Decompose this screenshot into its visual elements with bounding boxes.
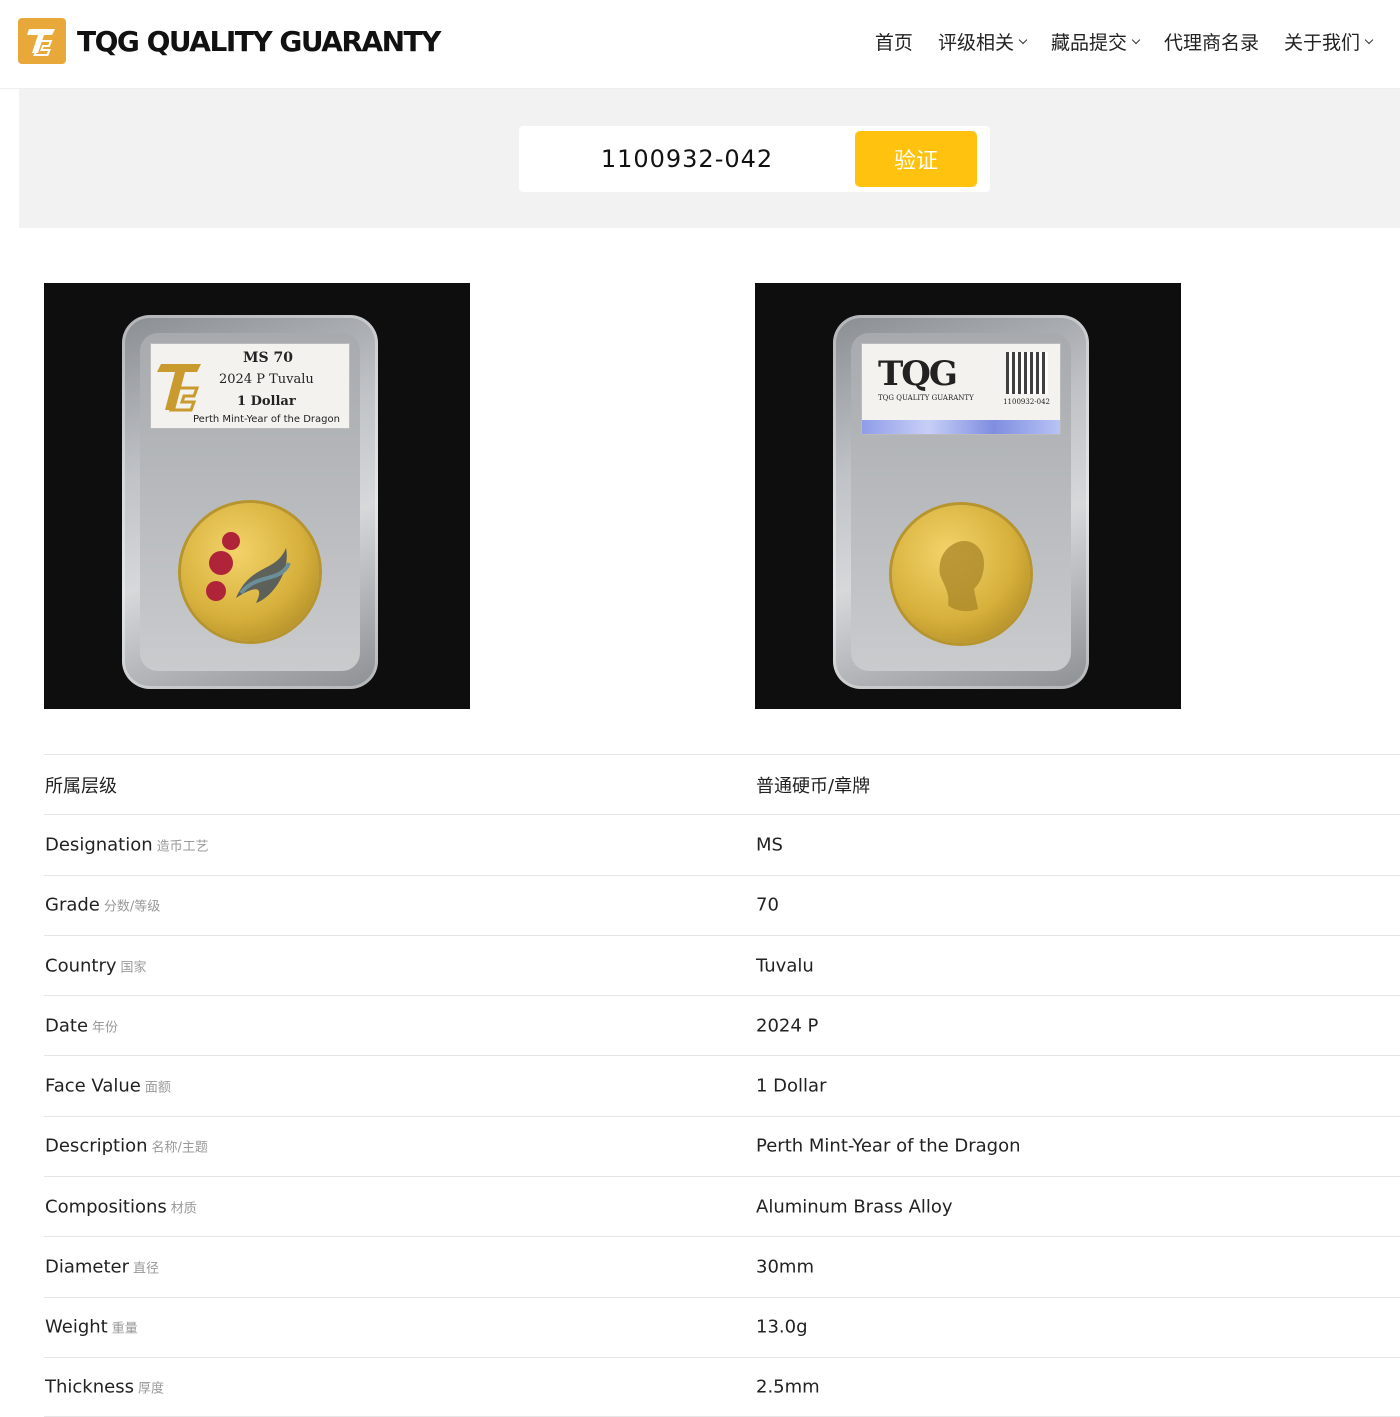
nav-item-submission[interactable]: 藏品提交 [1050,28,1141,55]
nav-item-grading[interactable]: 评级相关 [937,28,1028,55]
row-value: 13.0g [756,1316,808,1338]
table-row: Face Value 面额 1 Dollar [44,1055,1400,1115]
brand-logo-link[interactable]: TQG QUALITY GUARANTY [18,18,441,64]
row-value: Aluminum Brass Alloy [756,1196,953,1218]
slab-denomination: 1 Dollar [237,394,296,409]
nav-item-label: 评级相关 [937,32,1014,54]
row-value: 1 Dollar [756,1075,827,1097]
table-row: Country 国家 Tuvalu [44,934,1400,995]
row-value: 70 [756,894,779,916]
row-label: Face Value 面额 [45,1075,171,1097]
nav-item-dealers[interactable]: 代理商名录 [1164,28,1259,55]
slab-grade: MS 70 [243,350,293,366]
table-row: 所属层级 普通硬币/章牌 [44,754,1400,814]
hologram-strip [862,420,1060,434]
main-nav: 首页 评级相关 藏品提交 代理商名录 关于我们 [850,28,1374,55]
row-value: 2024 P [756,1015,819,1037]
table-row: Weight 重量 13.0g [44,1296,1400,1357]
row-label: Compositions 材质 [45,1196,197,1218]
row-label: Thickness 厚度 [45,1376,164,1398]
row-label: Description 名称/主题 [45,1135,208,1157]
tqg-logo-icon [157,364,201,412]
coin-details-table: 所属层级 普通硬币/章牌 Designation 造币工艺 MS Grade 分数/… [44,754,1400,1417]
nav-item-label: 代理商名录 [1163,32,1259,54]
table-row: Date 年份 2024 P [44,995,1400,1055]
slab-cert-number: 1100932-042 [1003,398,1050,406]
row-label: 所属层级 [45,775,117,797]
row-label: Designation 造币工艺 [45,834,209,856]
slab-brand: TQG [878,354,958,394]
row-value: Tuvalu [756,955,814,977]
row-value: Perth Mint-Year of the Dragon [756,1135,1021,1157]
row-label: Date 年份 [45,1015,119,1037]
slab-brand-sub: TQG QUALITY GUARANTY [878,394,974,402]
chevron-down-icon [1131,35,1141,44]
row-label: Weight 重量 [45,1316,138,1338]
slab-description: Perth Mint-Year of the Dragon [193,414,340,425]
slab-holder: TQG TQG QUALITY GUARANTY 1100932-042 [833,315,1089,689]
cert-number-input[interactable] [519,126,855,192]
slab-holder: MS 70 2024 P Tuvalu 1 Dollar Perth Mint-… [122,315,378,689]
nav-item-about[interactable]: 关于我们 [1283,28,1374,55]
coin-obverse [181,503,319,641]
nav-item-home[interactable]: 首页 [875,28,913,55]
coin-photo-front[interactable]: MS 70 2024 P Tuvalu 1 Dollar Perth Mint-… [44,283,470,709]
nav-item-label: 关于我们 [1283,32,1360,54]
table-row: Diameter 直径 30mm [44,1236,1400,1296]
row-value: MS [756,834,783,856]
qr-code-icon [1006,352,1048,394]
row-label: Country 国家 [45,955,147,977]
brand-name: TQG QUALITY GUARANTY [77,24,441,58]
table-row: Thickness 厚度 2.5mm [44,1356,1400,1417]
nav-item-label: 首页 [874,32,913,54]
row-value: 2.5mm [756,1376,820,1398]
table-row: Compositions 材质 Aluminum Brass Alloy [44,1176,1400,1236]
verify-search-box: 验证 [519,126,990,192]
chevron-down-icon [1018,35,1028,44]
chevron-down-icon [1364,35,1374,44]
table-row: Designation 造币工艺 MS [44,814,1400,874]
coin-photo-back[interactable]: TQG TQG QUALITY GUARANTY 1100932-042 [755,283,1181,709]
row-label: Grade 分数/等级 [45,894,161,916]
site-header: TQG QUALITY GUARANTY 首页 评级相关 藏品提交 代理商名录 … [0,0,1400,89]
slab-date-country: 2024 P Tuvalu [219,372,314,387]
row-value: 普通硬币/章牌 [756,775,871,797]
row-label: Diameter 直径 [45,1256,160,1278]
slab-label: MS 70 2024 P Tuvalu 1 Dollar Perth Mint-… [150,343,350,429]
verify-search-band: 验证 [19,89,1400,228]
tqg-logo-icon [18,18,66,64]
table-row: Description 名称/主题 Perth Mint-Year of the … [44,1115,1400,1176]
row-value: 30mm [756,1256,814,1278]
table-row: Grade 分数/等级 70 [44,874,1400,935]
nav-item-label: 藏品提交 [1050,32,1127,54]
slab-label: TQG TQG QUALITY GUARANTY 1100932-042 [861,343,1061,435]
coin-reverse [892,505,1030,643]
verify-button[interactable]: 验证 [855,131,977,187]
